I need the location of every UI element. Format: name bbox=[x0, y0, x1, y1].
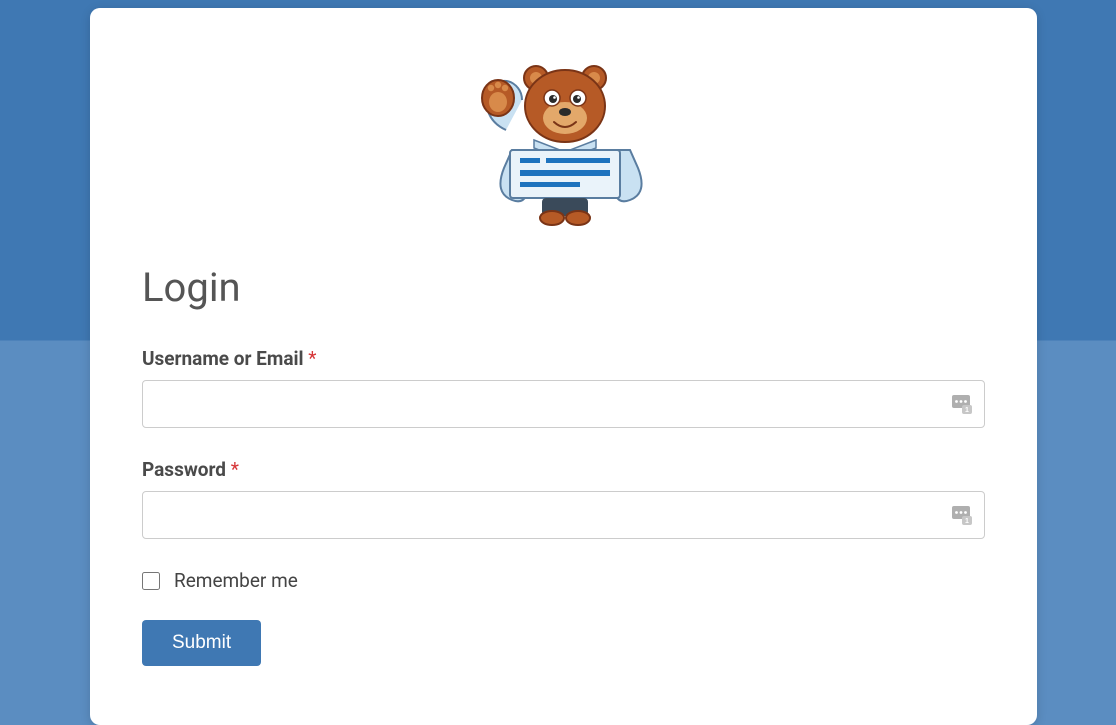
submit-button[interactable]: Submit bbox=[142, 620, 261, 666]
logo-container bbox=[142, 58, 985, 228]
username-label-text: Username or Email bbox=[142, 347, 304, 370]
password-label: Password * bbox=[142, 458, 985, 481]
required-mark: * bbox=[231, 458, 239, 481]
password-label-text: Password bbox=[142, 458, 226, 481]
password-manager-badge-icon[interactable]: 1 bbox=[951, 393, 973, 415]
page-title: Login bbox=[142, 264, 985, 311]
username-input-wrap: 1 bbox=[142, 380, 985, 428]
password-input[interactable] bbox=[142, 491, 985, 539]
username-field-group: Username or Email * 1 bbox=[142, 347, 985, 428]
username-label: Username or Email * bbox=[142, 347, 985, 370]
remember-me-label[interactable]: Remember me bbox=[174, 569, 298, 592]
required-mark: * bbox=[308, 347, 316, 370]
wpforms-bear-mascot-icon bbox=[474, 58, 654, 228]
password-input-wrap: 1 bbox=[142, 491, 985, 539]
remember-me-row: Remember me bbox=[142, 569, 985, 592]
remember-me-checkbox[interactable] bbox=[142, 572, 160, 590]
username-input[interactable] bbox=[142, 380, 985, 428]
svg-text:1: 1 bbox=[965, 518, 969, 525]
svg-text:1: 1 bbox=[965, 407, 969, 414]
login-card: Login Username or Email * 1 Password * bbox=[90, 8, 1037, 725]
password-field-group: Password * 1 bbox=[142, 458, 985, 539]
password-manager-badge-icon[interactable]: 1 bbox=[951, 504, 973, 526]
